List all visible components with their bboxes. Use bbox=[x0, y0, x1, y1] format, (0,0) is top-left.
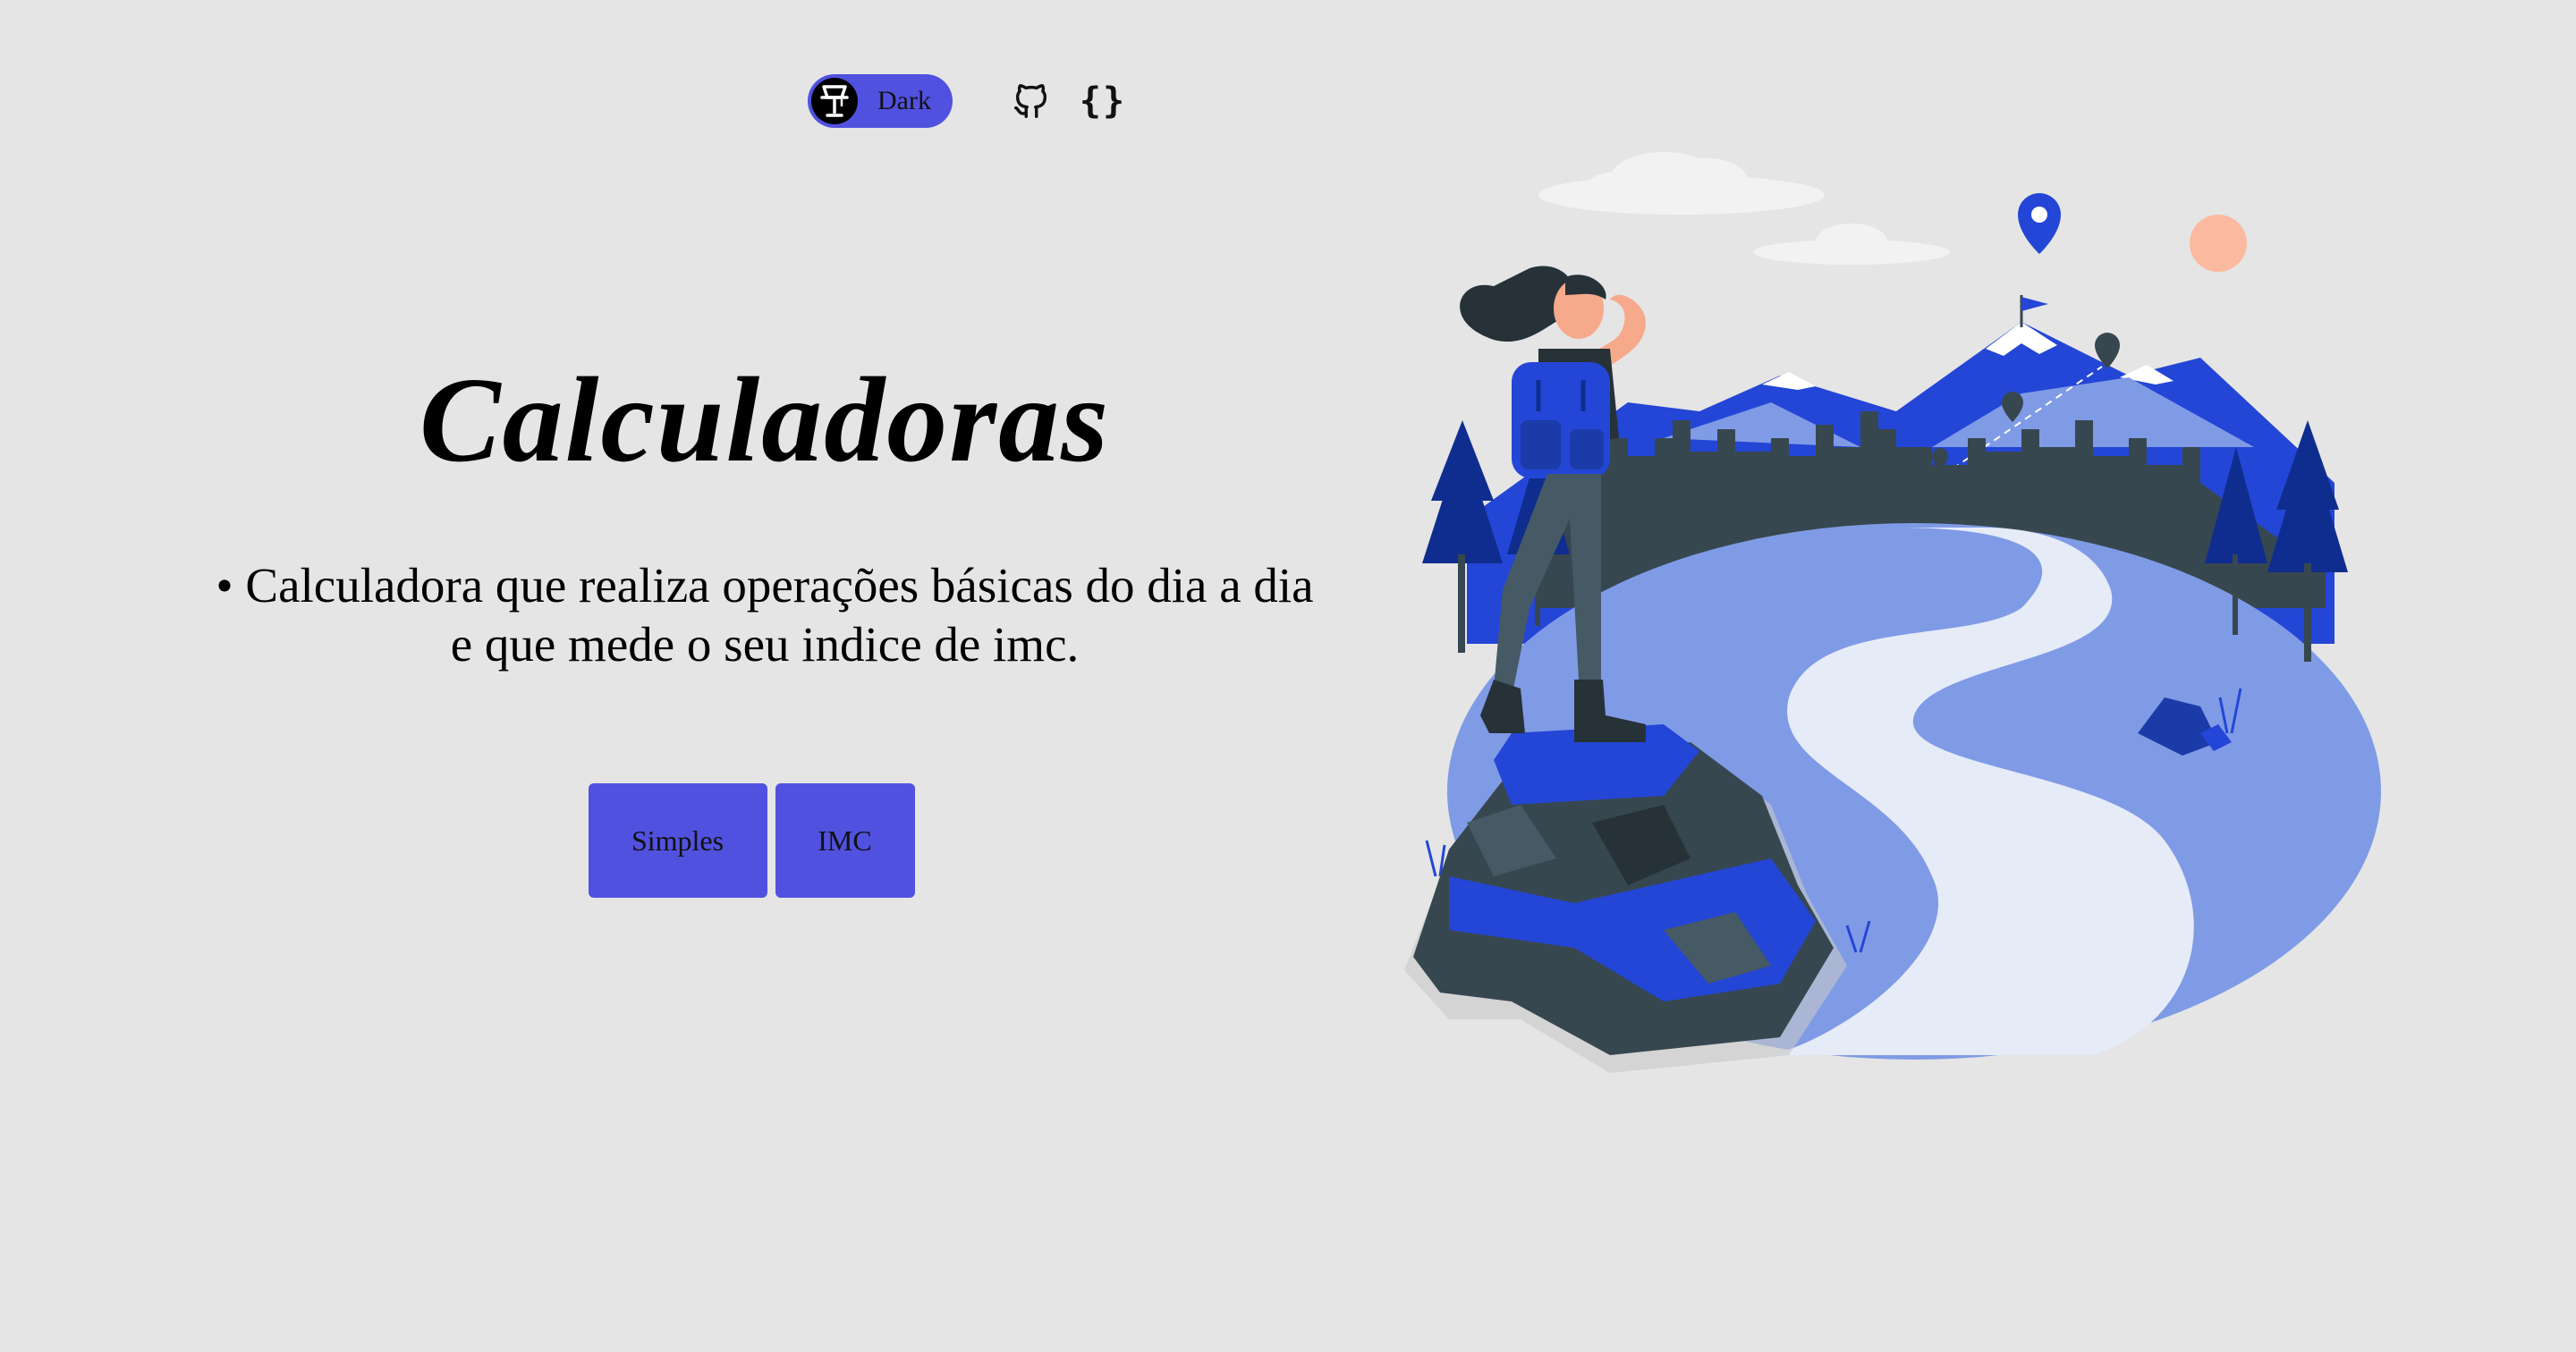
imc-button[interactable]: IMC bbox=[775, 783, 915, 898]
description-line-2: e que mede o seu indice de imc. bbox=[450, 617, 1080, 672]
cloud-icon bbox=[1538, 152, 1950, 265]
page-description: • Calculadora que realiza operações bási… bbox=[134, 556, 1395, 674]
top-nav: Dark {} bbox=[808, 73, 1126, 129]
page-title: Calculadoras bbox=[419, 353, 1111, 487]
calculator-buttons: Simples IMC bbox=[107, 783, 1395, 898]
hero-section: Calculadoras • Calculadora que realiza o… bbox=[134, 349, 1395, 898]
description-line-1: • Calculadora que realiza operações bási… bbox=[216, 558, 1314, 613]
theme-toggle[interactable]: Dark bbox=[808, 74, 953, 128]
simples-button[interactable]: Simples bbox=[588, 783, 767, 898]
github-icon[interactable] bbox=[1008, 78, 1055, 124]
code-braces-icon[interactable]: {} bbox=[1080, 78, 1126, 124]
theme-toggle-label: Dark bbox=[877, 86, 931, 115]
map-pin-icon bbox=[2018, 193, 2061, 254]
sun-icon bbox=[2190, 215, 2247, 272]
page: Dark {} Calculadoras • Calculadora que r… bbox=[0, 0, 2576, 1352]
hiker-illustration bbox=[1395, 143, 2397, 1091]
lamp-icon bbox=[811, 78, 858, 124]
